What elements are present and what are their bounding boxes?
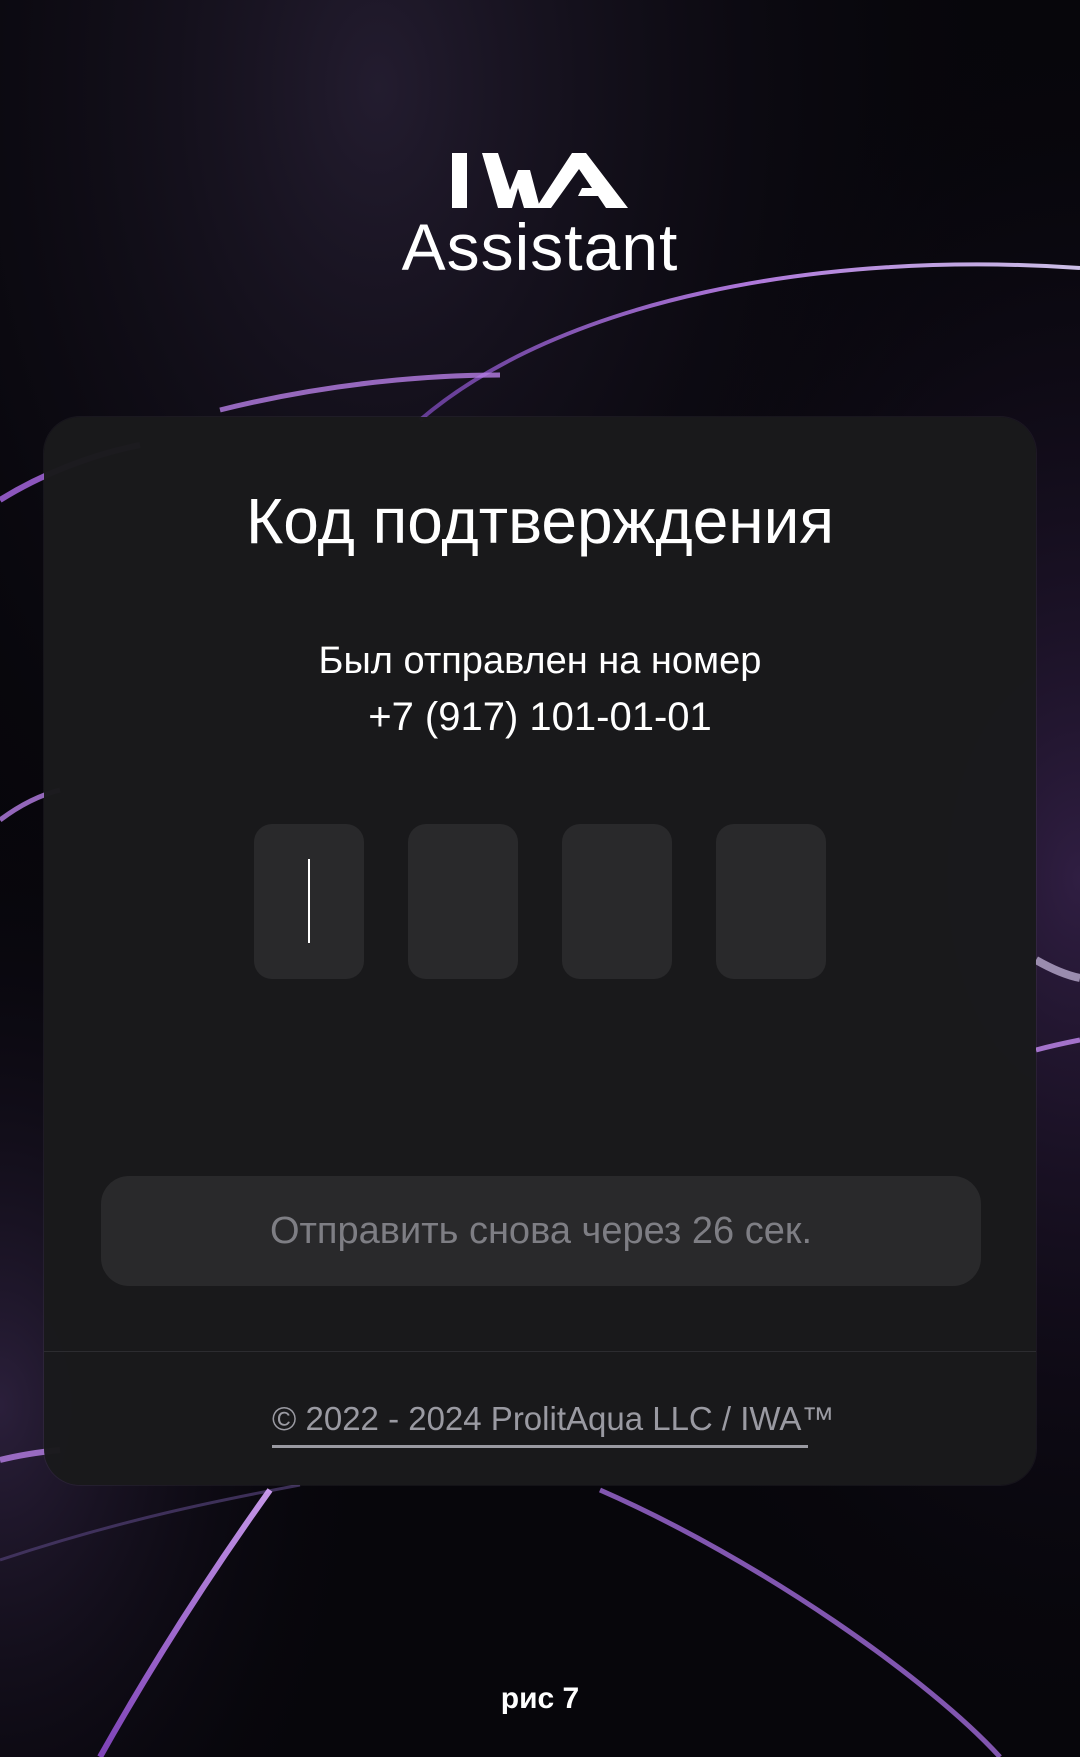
page-title: Код подтверждения (245, 485, 835, 557)
resend-code-button[interactable]: Отправить снова через 26 сек. (101, 1176, 981, 1286)
code-digit-2[interactable] (408, 824, 518, 979)
verification-card: Код подтверждения Был отправлен на номер… (44, 417, 1036, 1485)
figure-caption: рис 7 (500, 1682, 580, 1715)
phone-number: +7 (917) 101-01-01 (368, 695, 712, 739)
code-digit-3[interactable] (562, 824, 672, 979)
text-cursor (308, 859, 310, 943)
brand-header: Assistant (0, 150, 1080, 280)
app-name: Assistant (401, 210, 679, 284)
code-digit-4[interactable] (716, 824, 826, 979)
iwa-logo (452, 153, 628, 208)
code-digit-1[interactable] (254, 824, 364, 979)
divider (44, 1351, 1036, 1352)
copyright-link[interactable]: © 2022 - 2024 ProlitAqua LLC / IWA™ (272, 1402, 834, 1448)
sent-to-label: Был отправлен на номер (318, 640, 762, 682)
